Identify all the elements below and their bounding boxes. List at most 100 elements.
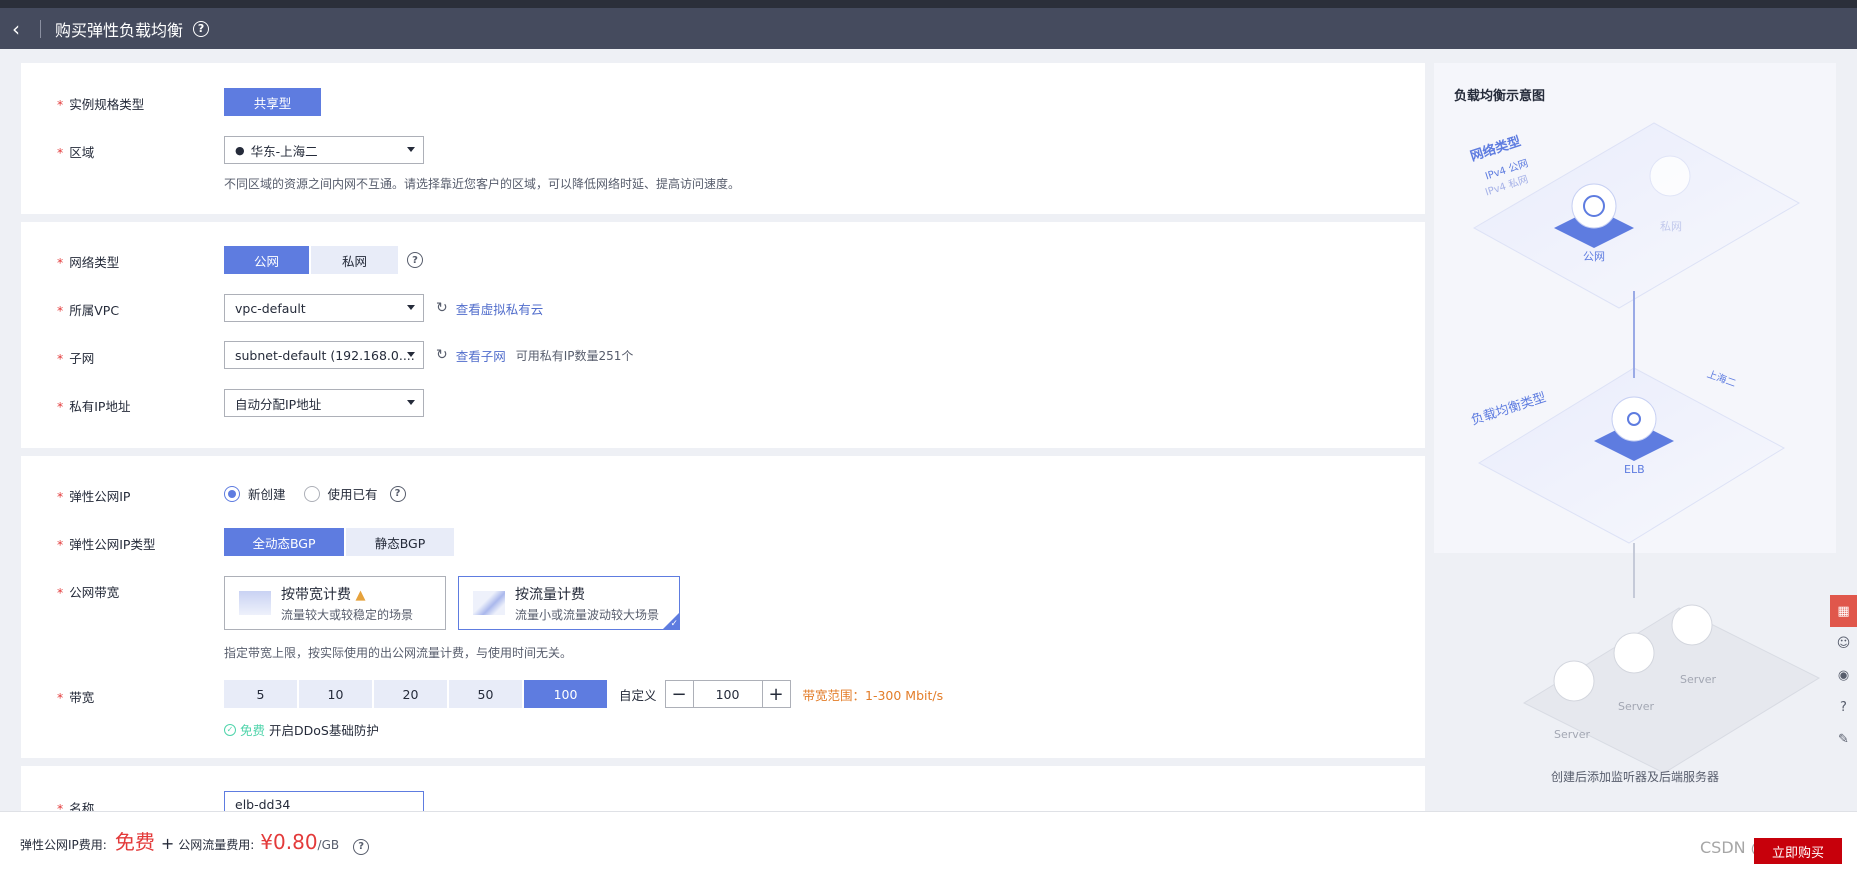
eip-type-segmented: 全动态BGP 静态BGP: [224, 528, 454, 556]
help-icon[interactable]: ?: [1830, 691, 1857, 723]
traffic-fee-value: ¥0.80: [260, 830, 318, 854]
minus-button[interactable]: −: [666, 681, 693, 707]
bandwidth-option-50[interactable]: 50: [449, 680, 522, 708]
billing-by-bandwidth-card[interactable]: 按带宽计费 ▲ 流量较大或较稳定的场景: [224, 576, 446, 630]
private-ip-select[interactable]: 自动分配IP地址: [224, 389, 424, 417]
network-type-label: * 网络类型: [57, 255, 120, 270]
eip-existing-radio[interactable]: [303, 485, 320, 502]
bandwidth-option-10[interactable]: 10: [299, 680, 372, 708]
region-hint: 不同区域的资源之间内网不互通。请选择靠近您客户的区域，可以降低网络时延、提高访问…: [224, 177, 741, 191]
diagram-private-label: 私网: [1660, 220, 1682, 233]
name-input[interactable]: elb-dd34: [224, 791, 424, 811]
question-circle-icon[interactable]: ?: [193, 20, 210, 37]
eip-type-bgp-static-button[interactable]: 静态BGP: [346, 528, 454, 556]
traffic-fee-label: 公网流量费用:: [178, 838, 255, 852]
refresh-icon[interactable]: ↻: [436, 300, 448, 316]
bandwidth-label: * 带宽: [57, 690, 95, 705]
feedback-icon[interactable]: ▦: [1830, 595, 1857, 627]
diagram-elb-label: ELB: [1624, 463, 1645, 476]
check-icon: ✓: [670, 619, 678, 629]
bandwidth-options: 5 10 20 50 100: [224, 680, 609, 708]
page-header: ‹ 购买弹性负载均衡 ?: [0, 8, 1857, 49]
eip-new-radio[interactable]: [224, 485, 240, 502]
network-section: * 网络类型 公网 私网 ? * 所属VPC vpc-default ↻ 查看虚拟私…: [21, 222, 1425, 448]
question-circle-icon[interactable]: ?: [389, 485, 406, 502]
view-subnet-link[interactable]: 查看子网: [456, 346, 506, 365]
billing-bandwidth-desc: 流量较大或较稳定的场景: [281, 607, 414, 622]
bandwidth-row: 5 10 20 50 100 自定义 − 100 + 带宽范围：1-300 Mb…: [224, 680, 943, 708]
eip-new-label: 新创建: [248, 487, 286, 502]
instance-type-label: * 实例规格类型: [57, 97, 145, 112]
ddos-text: 开启DDoS基础防护: [269, 723, 379, 738]
network-type-private-button[interactable]: 私网: [311, 246, 398, 274]
location-pin-icon: ●: [235, 143, 245, 157]
region-label: * 区域: [57, 145, 95, 160]
header-divider: [40, 19, 41, 38]
bandwidth-billing-label: * 公网带宽: [57, 585, 120, 600]
region-select[interactable]: ● 华东-上海二: [224, 136, 424, 164]
vpc-select[interactable]: vpc-default: [224, 294, 424, 322]
instance-type-shared-button[interactable]: 共享型: [224, 88, 321, 116]
bandwidth-chart-icon: [239, 591, 271, 615]
refresh-icon[interactable]: ↻: [436, 347, 448, 363]
back-button[interactable]: ‹: [12, 19, 34, 39]
chat-icon[interactable]: ☺: [1830, 627, 1857, 659]
spec-section: * 实例规格类型 共享型 * 区域 ● 华东-上海二 不同区域的资源之间内网不互通。…: [21, 63, 1425, 214]
eip-fee-label: 弹性公网IP费用:: [20, 838, 107, 852]
eip-fee-value: 免费: [114, 830, 155, 854]
bandwidth-option-5[interactable]: 5: [224, 680, 297, 708]
subnet-select[interactable]: subnet-default (192.168.0....: [224, 341, 424, 369]
question-circle-icon[interactable]: ?: [353, 838, 370, 855]
traffic-chart-icon: [473, 591, 505, 615]
buy-now-button[interactable]: 立即购买: [1754, 838, 1842, 864]
service-icon[interactable]: ◉: [1830, 659, 1857, 691]
diagram-public-label: 公网: [1583, 250, 1605, 263]
chevron-down-icon: [407, 352, 415, 357]
bandwidth-input[interactable]: 100: [692, 681, 763, 707]
billing-by-traffic-card[interactable]: 按流量计费 流量小或流量波动较大场景 ✓: [458, 576, 680, 630]
plus-button[interactable]: +: [763, 681, 790, 707]
eip-type-bgp-dynamic-button[interactable]: 全动态BGP: [224, 528, 344, 556]
bandwidth-range: 带宽范围：1-300 Mbit/s: [802, 687, 944, 703]
diagram-server-label: Server: [1618, 700, 1655, 713]
edit-icon[interactable]: ✎: [1830, 723, 1857, 755]
name-label: * 名称: [57, 801, 95, 811]
plus-sign: +: [160, 834, 175, 853]
eip-existing-label: 使用已有: [327, 487, 378, 502]
thumbs-up-icon: ▲: [355, 587, 366, 603]
vpc-row: vpc-default ↻ 查看虚拟私有云: [224, 294, 543, 322]
diagram-server-label: Server: [1554, 728, 1591, 741]
eip-radio-group: 新创建 使用已有 ?: [224, 484, 406, 503]
billing-traffic-desc: 流量小或流量波动较大场景: [515, 607, 660, 622]
question-circle-icon[interactable]: ?: [407, 252, 423, 268]
diagram-caption: 创建后添加监听器及后端服务器: [1550, 770, 1719, 784]
name-section: * 名称 elb-dd34: [21, 766, 1425, 811]
bandwidth-option-100[interactable]: 100: [524, 680, 607, 708]
custom-label: 自定义: [619, 687, 657, 703]
diagram-server-label: Server: [1680, 673, 1717, 686]
price-summary: 弹性公网IP费用: 免费 + 公网流量费用: ¥0.80 /GB ?: [20, 826, 370, 855]
billing-bandwidth-title: 按带宽计费: [281, 586, 351, 603]
private-ip-label: * 私有IP地址: [57, 399, 131, 414]
network-type-public-button[interactable]: 公网: [224, 246, 309, 274]
subnet-available-ips: 可用私有IP数量251个: [515, 348, 634, 363]
eip-type-label: * 弹性公网IP类型: [57, 537, 156, 552]
top-strip: [0, 0, 1857, 8]
chevron-down-icon: [407, 400, 415, 405]
bandwidth-option-20[interactable]: 20: [374, 680, 447, 708]
view-vpc-link[interactable]: 查看虚拟私有云: [456, 299, 544, 318]
network-type-segmented: 公网 私网: [224, 246, 398, 274]
diagram-panel: 负载均衡示意图 网络类型 IPv4 公网 IPv4 私网 公网 私网 负载均衡类…: [1434, 63, 1836, 811]
price-footer: 弹性公网IP费用: 免费 + 公网流量费用: ¥0.80 /GB ? CSDN …: [0, 811, 1857, 871]
traffic-fee-unit: /GB: [317, 838, 340, 852]
ddos-free-label: 免费: [240, 723, 266, 738]
page-title: 购买弹性负载均衡: [55, 20, 184, 40]
side-toolbar: ▦ ☺ ◉ ? ✎: [1830, 595, 1857, 755]
bandwidth-stepper: − 100 +: [664, 680, 791, 708]
check-circle-icon: ✓: [224, 723, 236, 736]
chevron-down-icon: [407, 147, 415, 152]
chevron-down-icon: [407, 305, 415, 310]
eip-section: * 弹性公网IP 新创建 使用已有 ? * 弹性公网IP类型 全动态BGP 静态BG…: [21, 456, 1425, 758]
eip-label: * 弹性公网IP: [57, 489, 131, 504]
ddos-row: ✓ 免费 开启DDoS基础防护: [224, 720, 379, 739]
